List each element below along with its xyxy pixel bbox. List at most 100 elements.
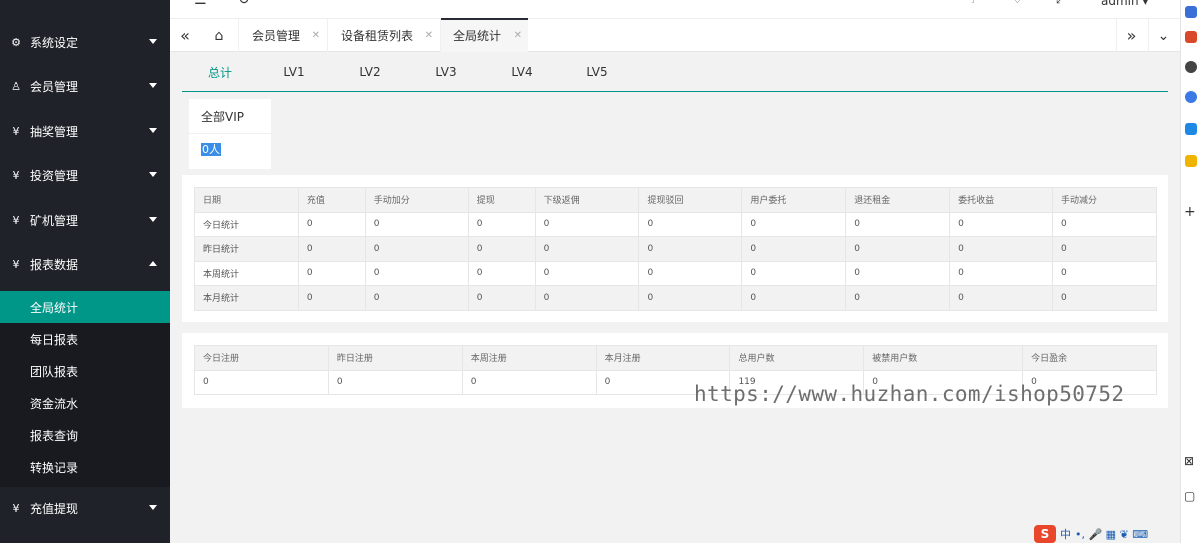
table-cell: 0 — [1052, 236, 1157, 262]
avatar-icon[interactable] — [1185, 61, 1197, 73]
close-icon[interactable]: ✕ — [514, 30, 522, 41]
add-icon[interactable]: + — [1184, 204, 1196, 220]
refresh-icon[interactable]: ↻ — [238, 0, 250, 8]
table-cell: 0 — [297, 236, 366, 262]
table-cell: 0 — [194, 369, 329, 395]
table-cell: 0 — [364, 211, 469, 237]
table-cell: 0 — [741, 236, 847, 262]
table-cell: 0 — [1052, 260, 1157, 286]
extension-icon[interactable] — [1185, 123, 1197, 135]
tabs-next-button[interactable]: » — [1116, 19, 1146, 52]
tabs-bar: « ⌂ 会员管理 ✕ 设备租赁列表 ✕ 全局统计 ✕ » ⌄ — [170, 18, 1180, 52]
sidebar-item-member-management[interactable]: ♙ 会员管理 — [0, 64, 170, 108]
sidebar-item-label: 报表数据 — [30, 257, 79, 272]
tab-lv1[interactable]: LV1 — [256, 52, 332, 92]
tab-device-rental-list[interactable]: 设备租赁列表 ✕ — [327, 19, 439, 52]
table-header-row: 今日注册 昨日注册 本周注册 本月注册 总用户数 被禁用户数 今日盈余 — [194, 345, 1157, 371]
submenu-item-report-query[interactable]: 报表查询 — [0, 419, 170, 451]
window-icon[interactable]: ▢ — [1184, 489, 1195, 503]
table-cell: 0 — [364, 285, 469, 311]
submenu-item-team-report[interactable]: 团队报表 — [0, 355, 170, 387]
column-header: 手动加分 — [364, 187, 469, 213]
yen-icon: ¥ — [12, 501, 20, 515]
sidebar-item-label: 投资管理 — [30, 168, 79, 183]
vip-card-title: 全部VIP — [201, 110, 244, 124]
table-cell: 0 — [297, 260, 366, 286]
close-icon[interactable]: ✕ — [312, 30, 320, 41]
screenshot-icon[interactable]: ⊠ — [1184, 454, 1194, 468]
stats-table: 日期 充值 手动加分 提现 下级返佣 提现驳回 用户委托 退还租金 委托收益 手… — [194, 187, 1157, 311]
table-cell: 0 — [364, 236, 469, 262]
column-header: 今日盈余 — [1022, 345, 1157, 371]
table-cell: 0 — [534, 285, 640, 311]
tab-global-stats[interactable]: 全局统计 ✕ — [440, 18, 528, 52]
user-menu[interactable]: admin ▾ — [1101, 0, 1148, 8]
table-cell: 0 — [467, 285, 536, 311]
sidebar-item-system-settings[interactable]: ⚙ 系统设定 — [0, 20, 170, 64]
ime-toolbar: S 中 •, 🎤 ▦ ❦ ⌨ — [1034, 525, 1148, 543]
table-cell: 0 — [327, 369, 463, 395]
main-content: 总计 LV1 LV2 LV3 LV4 LV5 全部VIP 0人 日期 充值 手动… — [170, 52, 1180, 543]
chevron-up-icon — [149, 261, 157, 266]
stats-panel: 日期 充值 手动加分 提现 下级返佣 提现驳回 用户委托 退还租金 委托收益 手… — [182, 175, 1168, 322]
sidebar-item-lottery-management[interactable]: ¥ 抽奖管理 — [0, 109, 170, 153]
submenu-item-daily-report[interactable]: 每日报表 — [0, 323, 170, 355]
home-tab-icon[interactable]: ⌂ — [204, 19, 234, 52]
divider — [189, 133, 271, 134]
table-cell: 0 — [741, 285, 847, 311]
menu-toggle-icon[interactable]: ☰ — [194, 0, 207, 8]
table-row: 今日统计 0 0 0 0 0 0 0 0 0 — [194, 211, 1157, 237]
column-header: 本月注册 — [595, 345, 731, 371]
tabs-more-button[interactable]: ⌄ — [1148, 19, 1178, 52]
table-header-row: 日期 充值 手动加分 提现 下级返佣 提现驳回 用户委托 退还租金 委托收益 手… — [194, 187, 1157, 213]
chevron-down-icon — [149, 39, 157, 44]
close-icon[interactable]: ✕ — [425, 30, 433, 41]
extension-icon[interactable] — [1185, 91, 1197, 103]
tab-lv2[interactable]: LV2 — [332, 52, 408, 92]
table-cell: 0 — [741, 260, 847, 286]
extension-icon[interactable] — [1185, 6, 1197, 18]
column-header: 提现驳回 — [638, 187, 743, 213]
sidebar-item-recharge-withdraw[interactable]: ¥ 充值提现 — [0, 486, 170, 530]
table-cell: 0 — [638, 285, 743, 311]
column-header: 委托收益 — [949, 187, 1054, 213]
sidebar-item-investment-management[interactable]: ¥ 投资管理 — [0, 153, 170, 197]
submenu-item-conversion-records[interactable]: 转换记录 — [0, 451, 170, 483]
sidebar-item-label: 系统设定 — [30, 35, 79, 50]
theme-icon[interactable]: ☂ — [968, 0, 979, 6]
fullscreen-icon[interactable]: ⤢ — [1056, 0, 1066, 7]
sidebar-item-report-data[interactable]: ¥ 报表数据 — [0, 242, 170, 286]
table-cell: 0 — [297, 285, 366, 311]
table-cell: 0 — [534, 260, 640, 286]
vip-card-value: 0人 — [201, 143, 221, 156]
tab-lv4[interactable]: LV4 — [484, 52, 560, 92]
extension-icon[interactable] — [1185, 31, 1197, 43]
tab-label: 会员管理 — [252, 29, 301, 43]
table-cell: 0 — [1052, 285, 1157, 311]
extension-icon[interactable] — [1185, 155, 1197, 167]
notice-icon[interactable]: ♡ — [1012, 0, 1023, 6]
column-header: 手动减分 — [1052, 187, 1157, 213]
gear-icon: ⚙ — [11, 35, 21, 49]
chevron-down-icon — [149, 83, 157, 88]
column-header: 本周注册 — [461, 345, 597, 371]
ime-mode-label[interactable]: 中 — [1060, 526, 1071, 542]
sidebar: ⚙ 系统设定 ♙ 会员管理 ¥ 抽奖管理 ¥ 投资管理 ¥ 矿机管理 ¥ 报表数… — [0, 0, 170, 543]
table-cell: 0 — [364, 260, 469, 286]
submenu-item-global-stats[interactable]: 全局统计 — [0, 291, 170, 323]
tab-total[interactable]: 总计 — [182, 52, 258, 92]
submenu-item-fund-flow[interactable]: 资金流水 — [0, 387, 170, 419]
column-header: 被禁用户数 — [863, 345, 1024, 371]
tab-lv3[interactable]: LV3 — [408, 52, 484, 92]
tab-member-management[interactable]: 会员管理 ✕ — [238, 19, 326, 52]
ime-logo-icon[interactable]: S — [1034, 525, 1056, 543]
ime-tools-icon[interactable]: •, 🎤 ▦ ❦ ⌨ — [1075, 528, 1148, 541]
tabs-prev-button[interactable]: « — [170, 19, 200, 52]
sidebar-item-label: 抽奖管理 — [30, 124, 79, 139]
tab-lv5[interactable]: LV5 — [559, 52, 635, 92]
chevron-down-icon — [149, 505, 157, 510]
sidebar-item-miner-management[interactable]: ¥ 矿机管理 — [0, 198, 170, 242]
table-cell: 0 — [638, 260, 743, 286]
user-icon: ♙ — [11, 79, 21, 93]
yen-icon: ¥ — [12, 257, 20, 271]
